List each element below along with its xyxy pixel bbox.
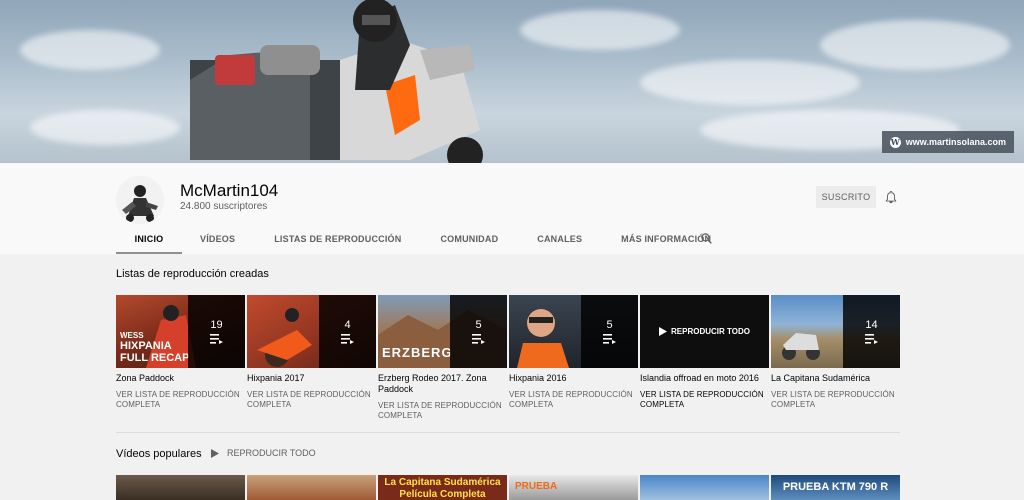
tab-about[interactable]: MÁS INFORMACIÓN xyxy=(621,224,711,254)
wordpress-icon: W xyxy=(889,136,901,148)
play-all-button[interactable]: REPRODUCIR TODO xyxy=(211,448,316,458)
video-thumbnail[interactable]: La Capitana Sudamérica Película Completa xyxy=(378,475,507,500)
video-thumbnail[interactable] xyxy=(640,475,769,500)
video-thumbnail[interactable]: PRUEBA KTM 790 R xyxy=(771,475,900,500)
playlist-icon xyxy=(865,334,878,344)
play-icon xyxy=(659,327,668,336)
channel-header: McMartin104 24.800 suscriptores SUSCRITO… xyxy=(0,163,1024,254)
playlists-section-title: Listas de reproducción creadas xyxy=(116,268,269,280)
playlist-card[interactable]: 5 Hixpania 2016 VER LISTA DE REPRODUCCIÓ… xyxy=(509,295,638,410)
view-full-playlist-link[interactable]: VER LISTA DE REPRODUCCIÓN COMPLETA xyxy=(378,401,507,421)
playlist-thumbnail[interactable]: WESS HIXPANIA FULL RECAP 19 xyxy=(116,295,245,368)
playlist-icon xyxy=(341,334,354,344)
tab-community[interactable]: COMUNIDAD xyxy=(440,224,498,254)
avatar[interactable] xyxy=(116,176,164,224)
playlist-card[interactable]: ERZBERG 5 Erzberg Rodeo 2017. Zona Paddo… xyxy=(378,295,507,421)
tab-inicio[interactable]: INICIO xyxy=(116,224,182,254)
playlist-count-overlay: 14 xyxy=(843,295,900,368)
playlist-thumbnail[interactable]: 14 xyxy=(771,295,900,368)
playlist-thumbnail[interactable]: REPRODUCIR TODO xyxy=(640,295,769,368)
playlist-thumbnail[interactable]: 5 xyxy=(509,295,638,368)
video-thumbnail[interactable] xyxy=(247,475,376,500)
playlist-title[interactable]: Erzberg Rodeo 2017. Zona Paddock xyxy=(378,373,507,395)
tab-channels[interactable]: CANALES xyxy=(537,224,582,254)
video-thumbnail[interactable]: PRUEBA xyxy=(509,475,638,500)
channel-name: McMartin104 xyxy=(180,181,279,200)
tab-playlists[interactable]: LISTAS DE REPRODUCCIÓN xyxy=(274,224,401,254)
playlist-count-overlay: 4 xyxy=(319,295,376,368)
video-thumbnail[interactable] xyxy=(116,475,245,500)
playlist-icon xyxy=(210,334,223,344)
playlist-card[interactable]: 14 La Capitana Sudamérica VER LISTA DE R… xyxy=(771,295,900,410)
subscribed-button[interactable]: SUSCRITO xyxy=(816,186,876,208)
motorcycle-rider-illustration xyxy=(190,0,483,163)
playlist-icon xyxy=(603,334,616,344)
playlist-title[interactable]: Islandia offroad en moto 2016 xyxy=(640,373,769,384)
play-all-overlay[interactable]: REPRODUCIR TODO xyxy=(640,295,769,368)
playlist-thumbnail[interactable]: 4 xyxy=(247,295,376,368)
view-full-playlist-link[interactable]: VER LISTA DE REPRODUCCIÓN COMPLETA xyxy=(771,390,900,410)
playlist-title[interactable]: Hixpania 2017 xyxy=(247,373,376,384)
subscriber-count: 24.800 suscriptores xyxy=(180,201,268,212)
channel-banner: W www.martinsolana.com xyxy=(0,0,1024,163)
view-full-playlist-link[interactable]: VER LISTA DE REPRODUCCIÓN COMPLETA xyxy=(640,390,769,410)
website-link[interactable]: W www.martinsolana.com xyxy=(881,131,1014,153)
view-full-playlist-link[interactable]: VER LISTA DE REPRODUCCIÓN COMPLETA xyxy=(116,390,245,410)
playlist-count-overlay: 5 xyxy=(450,295,507,368)
playlist-count-overlay: 5 xyxy=(581,295,638,368)
playlist-icon xyxy=(472,334,485,344)
playlist-card[interactable]: 4 Hixpania 2017 VER LISTA DE REPRODUCCIÓ… xyxy=(247,295,376,410)
playlist-title[interactable]: Hixpania 2016 xyxy=(509,373,638,384)
section-divider xyxy=(116,432,900,433)
search-icon[interactable] xyxy=(700,232,713,245)
view-full-playlist-link[interactable]: VER LISTA DE REPRODUCCIÓN COMPLETA xyxy=(247,390,376,410)
playlist-thumbnail[interactable]: ERZBERG 5 xyxy=(378,295,507,368)
tab-videos[interactable]: VÍDEOS xyxy=(200,224,235,254)
view-full-playlist-link[interactable]: VER LISTA DE REPRODUCCIÓN COMPLETA xyxy=(509,390,638,410)
playlist-title[interactable]: Zona Paddock xyxy=(116,373,245,384)
playlist-card[interactable]: WESS HIXPANIA FULL RECAP 19 Zona Paddock… xyxy=(116,295,245,410)
playlist-title[interactable]: La Capitana Sudamérica xyxy=(771,373,900,384)
channel-tabs: INICIO VÍDEOS LISTAS DE REPRODUCCIÓN COM… xyxy=(116,224,713,254)
bell-icon[interactable] xyxy=(884,190,898,204)
playlist-card[interactable]: REPRODUCIR TODO Islandia offroad en moto… xyxy=(640,295,769,410)
popular-section-title: Vídeos populares xyxy=(116,448,202,460)
playlist-count-overlay: 19 xyxy=(188,295,245,368)
play-icon xyxy=(211,448,219,458)
